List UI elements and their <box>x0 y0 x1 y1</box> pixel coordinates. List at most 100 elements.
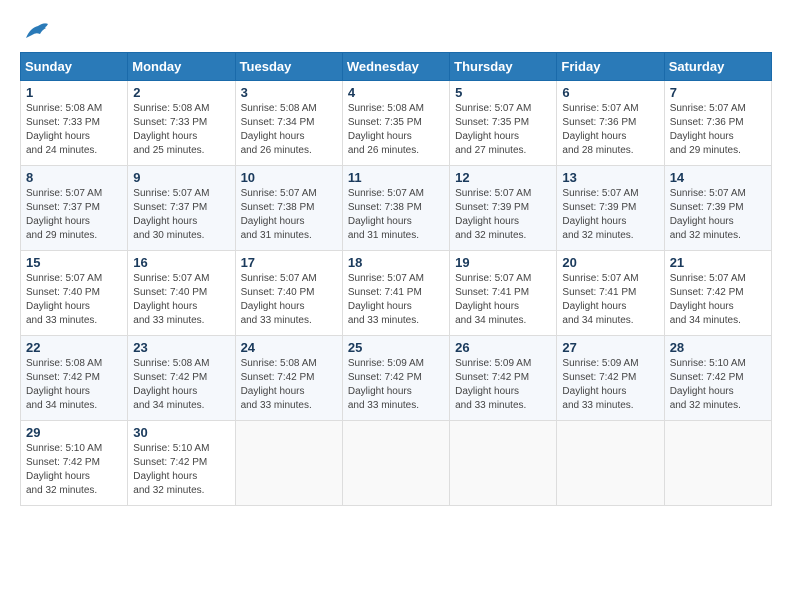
calendar-day-cell: 14 Sunrise: 5:07 AM Sunset: 7:39 PM Dayl… <box>664 166 771 251</box>
day-number: 28 <box>670 340 766 355</box>
calendar-day-cell: 21 Sunrise: 5:07 AM Sunset: 7:42 PM Dayl… <box>664 251 771 336</box>
day-number: 20 <box>562 255 658 270</box>
day-number: 24 <box>241 340 337 355</box>
day-info: Sunrise: 5:07 AM Sunset: 7:36 PM Dayligh… <box>670 102 766 158</box>
calendar-header-row: SundayMondayTuesdayWednesdayThursdayFrid… <box>21 53 772 81</box>
calendar-day-cell: 27 Sunrise: 5:09 AM Sunset: 7:42 PM Dayl… <box>557 336 664 421</box>
calendar-body: 1 Sunrise: 5:08 AM Sunset: 7:33 PM Dayli… <box>21 81 772 506</box>
day-number: 29 <box>26 425 122 440</box>
calendar-day-cell: 8 Sunrise: 5:07 AM Sunset: 7:37 PM Dayli… <box>21 166 128 251</box>
calendar-day-cell: 12 Sunrise: 5:07 AM Sunset: 7:39 PM Dayl… <box>450 166 557 251</box>
day-number: 14 <box>670 170 766 185</box>
day-info: Sunrise: 5:07 AM Sunset: 7:40 PM Dayligh… <box>241 272 337 328</box>
day-number: 17 <box>241 255 337 270</box>
day-number: 7 <box>670 85 766 100</box>
day-number: 23 <box>133 340 229 355</box>
day-number: 21 <box>670 255 766 270</box>
day-number: 4 <box>348 85 444 100</box>
calendar-table: SundayMondayTuesdayWednesdayThursdayFrid… <box>20 52 772 506</box>
day-number: 1 <box>26 85 122 100</box>
weekday-header: Monday <box>128 53 235 81</box>
day-number: 13 <box>562 170 658 185</box>
calendar-day-cell: 30 Sunrise: 5:10 AM Sunset: 7:42 PM Dayl… <box>128 421 235 506</box>
day-info: Sunrise: 5:07 AM Sunset: 7:38 PM Dayligh… <box>348 187 444 243</box>
day-number: 5 <box>455 85 551 100</box>
calendar-day-cell: 7 Sunrise: 5:07 AM Sunset: 7:36 PM Dayli… <box>664 81 771 166</box>
calendar-day-cell: 17 Sunrise: 5:07 AM Sunset: 7:40 PM Dayl… <box>235 251 342 336</box>
day-number: 26 <box>455 340 551 355</box>
day-info: Sunrise: 5:07 AM Sunset: 7:40 PM Dayligh… <box>26 272 122 328</box>
day-info: Sunrise: 5:10 AM Sunset: 7:42 PM Dayligh… <box>670 357 766 413</box>
day-number: 27 <box>562 340 658 355</box>
day-number: 19 <box>455 255 551 270</box>
day-info: Sunrise: 5:07 AM Sunset: 7:41 PM Dayligh… <box>348 272 444 328</box>
day-number: 3 <box>241 85 337 100</box>
calendar-week-row: 15 Sunrise: 5:07 AM Sunset: 7:40 PM Dayl… <box>21 251 772 336</box>
calendar-week-row: 8 Sunrise: 5:07 AM Sunset: 7:37 PM Dayli… <box>21 166 772 251</box>
calendar-day-cell <box>342 421 449 506</box>
calendar-day-cell: 4 Sunrise: 5:08 AM Sunset: 7:35 PM Dayli… <box>342 81 449 166</box>
day-info: Sunrise: 5:08 AM Sunset: 7:35 PM Dayligh… <box>348 102 444 158</box>
weekday-header: Friday <box>557 53 664 81</box>
calendar-day-cell: 11 Sunrise: 5:07 AM Sunset: 7:38 PM Dayl… <box>342 166 449 251</box>
day-number: 11 <box>348 170 444 185</box>
day-number: 22 <box>26 340 122 355</box>
calendar-day-cell: 24 Sunrise: 5:08 AM Sunset: 7:42 PM Dayl… <box>235 336 342 421</box>
day-info: Sunrise: 5:09 AM Sunset: 7:42 PM Dayligh… <box>455 357 551 413</box>
day-info: Sunrise: 5:07 AM Sunset: 7:37 PM Dayligh… <box>26 187 122 243</box>
day-info: Sunrise: 5:09 AM Sunset: 7:42 PM Dayligh… <box>348 357 444 413</box>
calendar-day-cell <box>557 421 664 506</box>
calendar-day-cell: 5 Sunrise: 5:07 AM Sunset: 7:35 PM Dayli… <box>450 81 557 166</box>
calendar-day-cell: 3 Sunrise: 5:08 AM Sunset: 7:34 PM Dayli… <box>235 81 342 166</box>
day-number: 6 <box>562 85 658 100</box>
calendar-day-cell: 9 Sunrise: 5:07 AM Sunset: 7:37 PM Dayli… <box>128 166 235 251</box>
day-number: 16 <box>133 255 229 270</box>
calendar-day-cell: 13 Sunrise: 5:07 AM Sunset: 7:39 PM Dayl… <box>557 166 664 251</box>
logo-bird-icon <box>22 20 50 42</box>
day-info: Sunrise: 5:07 AM Sunset: 7:39 PM Dayligh… <box>562 187 658 243</box>
calendar-day-cell: 23 Sunrise: 5:08 AM Sunset: 7:42 PM Dayl… <box>128 336 235 421</box>
day-info: Sunrise: 5:08 AM Sunset: 7:34 PM Dayligh… <box>241 102 337 158</box>
calendar-day-cell: 26 Sunrise: 5:09 AM Sunset: 7:42 PM Dayl… <box>450 336 557 421</box>
day-info: Sunrise: 5:08 AM Sunset: 7:42 PM Dayligh… <box>26 357 122 413</box>
day-info: Sunrise: 5:07 AM Sunset: 7:42 PM Dayligh… <box>670 272 766 328</box>
calendar-week-row: 29 Sunrise: 5:10 AM Sunset: 7:42 PM Dayl… <box>21 421 772 506</box>
day-info: Sunrise: 5:07 AM Sunset: 7:39 PM Dayligh… <box>670 187 766 243</box>
day-info: Sunrise: 5:07 AM Sunset: 7:41 PM Dayligh… <box>562 272 658 328</box>
calendar-day-cell: 15 Sunrise: 5:07 AM Sunset: 7:40 PM Dayl… <box>21 251 128 336</box>
calendar-day-cell: 6 Sunrise: 5:07 AM Sunset: 7:36 PM Dayli… <box>557 81 664 166</box>
day-number: 2 <box>133 85 229 100</box>
calendar-day-cell: 22 Sunrise: 5:08 AM Sunset: 7:42 PM Dayl… <box>21 336 128 421</box>
logo <box>20 20 50 42</box>
calendar-day-cell: 25 Sunrise: 5:09 AM Sunset: 7:42 PM Dayl… <box>342 336 449 421</box>
day-info: Sunrise: 5:08 AM Sunset: 7:42 PM Dayligh… <box>241 357 337 413</box>
day-info: Sunrise: 5:07 AM Sunset: 7:38 PM Dayligh… <box>241 187 337 243</box>
day-number: 9 <box>133 170 229 185</box>
day-number: 18 <box>348 255 444 270</box>
day-number: 12 <box>455 170 551 185</box>
day-number: 25 <box>348 340 444 355</box>
weekday-header: Wednesday <box>342 53 449 81</box>
day-info: Sunrise: 5:07 AM Sunset: 7:41 PM Dayligh… <box>455 272 551 328</box>
weekday-header: Saturday <box>664 53 771 81</box>
day-info: Sunrise: 5:08 AM Sunset: 7:33 PM Dayligh… <box>133 102 229 158</box>
day-info: Sunrise: 5:10 AM Sunset: 7:42 PM Dayligh… <box>26 442 122 498</box>
calendar-day-cell: 1 Sunrise: 5:08 AM Sunset: 7:33 PM Dayli… <box>21 81 128 166</box>
calendar-day-cell: 20 Sunrise: 5:07 AM Sunset: 7:41 PM Dayl… <box>557 251 664 336</box>
day-info: Sunrise: 5:07 AM Sunset: 7:35 PM Dayligh… <box>455 102 551 158</box>
calendar-week-row: 22 Sunrise: 5:08 AM Sunset: 7:42 PM Dayl… <box>21 336 772 421</box>
day-number: 15 <box>26 255 122 270</box>
calendar-day-cell: 10 Sunrise: 5:07 AM Sunset: 7:38 PM Dayl… <box>235 166 342 251</box>
calendar-day-cell: 29 Sunrise: 5:10 AM Sunset: 7:42 PM Dayl… <box>21 421 128 506</box>
calendar-day-cell <box>664 421 771 506</box>
day-number: 10 <box>241 170 337 185</box>
day-info: Sunrise: 5:07 AM Sunset: 7:40 PM Dayligh… <box>133 272 229 328</box>
day-info: Sunrise: 5:07 AM Sunset: 7:39 PM Dayligh… <box>455 187 551 243</box>
calendar-day-cell: 28 Sunrise: 5:10 AM Sunset: 7:42 PM Dayl… <box>664 336 771 421</box>
weekday-header: Sunday <box>21 53 128 81</box>
calendar-day-cell: 18 Sunrise: 5:07 AM Sunset: 7:41 PM Dayl… <box>342 251 449 336</box>
day-info: Sunrise: 5:10 AM Sunset: 7:42 PM Dayligh… <box>133 442 229 498</box>
day-info: Sunrise: 5:07 AM Sunset: 7:37 PM Dayligh… <box>133 187 229 243</box>
calendar-day-cell <box>235 421 342 506</box>
calendar-day-cell: 19 Sunrise: 5:07 AM Sunset: 7:41 PM Dayl… <box>450 251 557 336</box>
